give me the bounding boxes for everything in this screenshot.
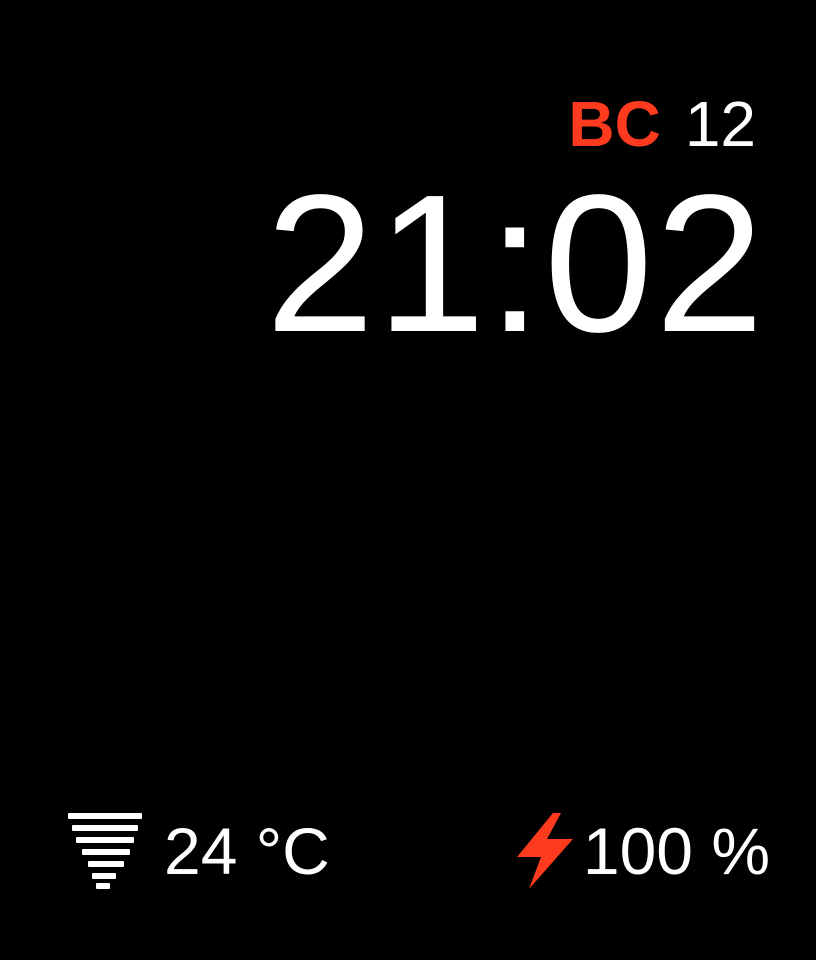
temperature-value: 24 °C [164,814,330,888]
fog-icon [68,813,142,889]
weekday-label: BC [568,88,661,160]
watch-face: BC 12 21:02 24 °C 100 % [0,0,816,960]
lightning-bolt-icon [516,813,573,889]
battery-level: 100 % [582,814,770,888]
battery-complication[interactable]: 100 % [513,806,770,896]
time-display: 21:02 [265,154,766,373]
day-number: 12 [684,88,756,160]
weather-complication[interactable]: 24 °C [68,806,330,896]
date-complication[interactable]: BC 12 [568,86,756,162]
